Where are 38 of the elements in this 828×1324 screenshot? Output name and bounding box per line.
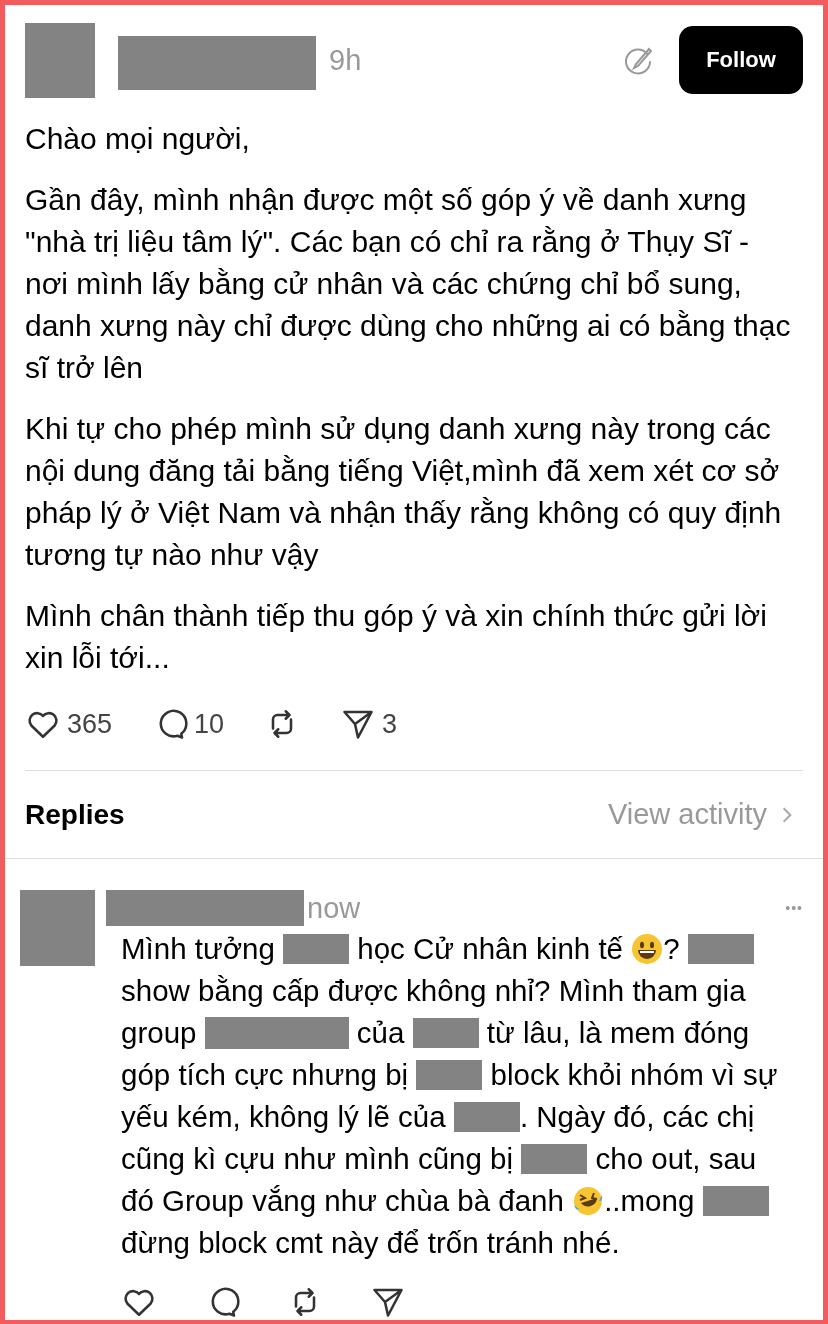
smiley-emoji-icon — [631, 933, 664, 965]
redaction-box — [687, 934, 754, 964]
reply-text: đó Group vắng như chùa bà đanh — [121, 1184, 565, 1218]
reply-text: . Ngày đó, các chị — [519, 1100, 755, 1134]
reply-text: của — [355, 1016, 406, 1050]
follow-button[interactable]: Follow — [679, 26, 803, 94]
reply-text: ? — [663, 932, 681, 966]
reply-text: học Cử nhân kinh tế — [356, 932, 625, 966]
reply-text: yếu kém, không lý lẽ của — [121, 1100, 447, 1134]
reply-text: cũng kì cựu như mình cũng bị — [121, 1142, 515, 1176]
action-count: 10 — [194, 708, 225, 740]
reply-text: block khỏi nhóm vì sự — [489, 1058, 778, 1092]
reply-text: cho out, sau — [594, 1142, 757, 1176]
reply-time: now — [307, 891, 361, 925]
post-time: 9h — [329, 43, 362, 77]
reply-text: ..mong — [604, 1184, 696, 1218]
more-options-button[interactable]: ••• — [785, 900, 803, 916]
reply-text: góp tích cực nhưng bị — [121, 1058, 410, 1092]
redaction-box — [412, 1018, 479, 1048]
action-count: 3 — [382, 708, 398, 740]
redaction-box — [521, 1144, 588, 1174]
reply-text: Mình tưởng — [121, 932, 276, 966]
view-activity-link[interactable]: View activity — [607, 798, 793, 831]
reply-text: từ lâu, là mem đóng — [485, 1016, 750, 1050]
redaction-box — [283, 934, 350, 964]
redaction-box — [416, 1060, 483, 1090]
reply-text: đừng block cmt này để trốn tránh nhé. — [121, 1226, 620, 1260]
post-paragraph: Gần đây, mình nhận được một số góp ý về danh xưng "nhà trị liệu tâm lý". Các bạn có chỉ ra rằng ở Thụy Sĩ - nơi mình lấy bằng cử nhân và các chứng chỉ bổ sung, danh xưng này chỉ được dùng cho những ai có bằng thạc sĩ trở lên — [25, 182, 792, 386]
redaction-box — [702, 1186, 769, 1216]
post-paragraph: Mình chân thành tiếp thu góp ý và xin chính thức gửi lời xin lỗi tới... — [25, 598, 768, 676]
post-paragraph: Khi tự cho phép mình sử dụng danh xưng này trong các nội dung đăng tải bằng tiếng Việt,mình đã xem xét cơ sở pháp lý ở Việt Nam và nhận thấy rằng không có quy định tương tự nào như vậy — [25, 411, 783, 573]
reply-text: show bằng cấp được không nhỉ? Mình tham gia — [121, 974, 746, 1008]
action-count: 365 — [67, 708, 113, 740]
post-paragraph: Chào mọi người, — [25, 121, 251, 157]
reply-text: group — [121, 1016, 198, 1050]
redaction-box — [453, 1102, 520, 1132]
replies-heading: Replies — [25, 798, 125, 831]
laughing-emoji-icon — [572, 1185, 605, 1217]
